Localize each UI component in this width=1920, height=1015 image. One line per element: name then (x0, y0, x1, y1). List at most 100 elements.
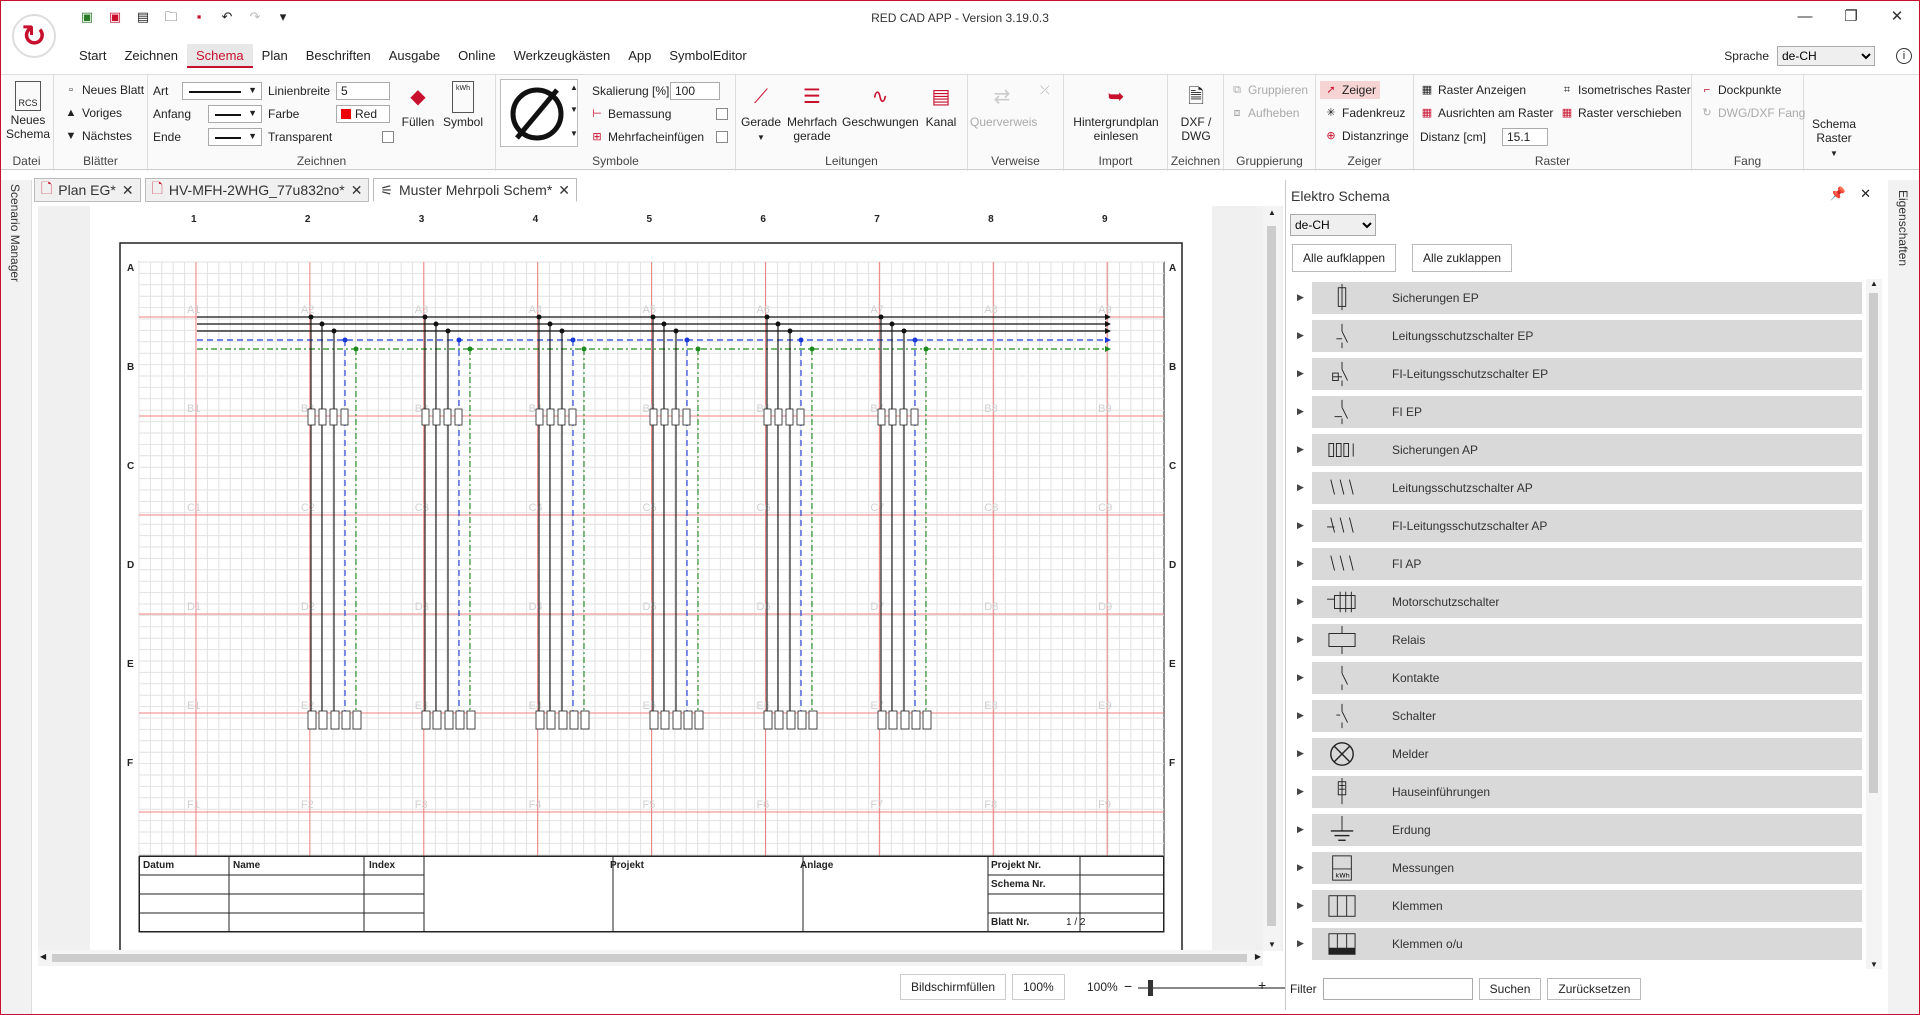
scroll-down-icon[interactable]: ▼ (1866, 960, 1882, 969)
menu-schema[interactable]: Schema (186, 44, 253, 68)
restore-icon[interactable]: ❐ (1828, 0, 1874, 34)
tree-item-bar[interactable]: Erdung (1312, 814, 1862, 846)
tree-item-bar[interactable]: Leitungsschutzschalter EP (1312, 320, 1862, 352)
zoom-in-icon[interactable]: + (1258, 977, 1266, 993)
scroll-down-icon[interactable]: ▼ (1263, 940, 1281, 949)
language-select[interactable]: de-CH (1777, 46, 1875, 66)
pointer-button[interactable]: ➚ Zeiger (1320, 81, 1381, 99)
close-window-icon[interactable]: ✕ (1874, 0, 1920, 34)
straight-line-button[interactable]: ⟋ Gerade ▼ (740, 81, 782, 145)
expand-arrow-icon[interactable]: ▶ (1297, 938, 1304, 949)
info-icon[interactable]: i (1896, 48, 1912, 64)
tree-item[interactable]: ▶ Motorschutzschalter (1290, 583, 1862, 621)
ungroup-button[interactable]: ⧈ Aufheben (1230, 106, 1300, 120)
fill-button[interactable]: ◆ Füllen (398, 81, 438, 129)
tree-item[interactable]: ▶ Schalter (1290, 697, 1862, 735)
expand-arrow-icon[interactable]: ▶ (1297, 672, 1304, 683)
menu-start[interactable]: Start (70, 44, 115, 68)
close-icon[interactable]: ✕ (351, 182, 363, 199)
collapse-all-button[interactable]: Alle zuklappen (1412, 244, 1513, 272)
move-grid-button[interactable]: ▦ Raster verschieben (1560, 106, 1682, 120)
expand-arrow-icon[interactable]: ▶ (1297, 330, 1304, 341)
canvas-vertical-scrollbar[interactable]: ▲ ▼ (1263, 206, 1281, 951)
gallery-scroll-down-icon[interactable]: ▼ (570, 105, 578, 114)
tree-item[interactable]: ▶ Erdung (1290, 811, 1862, 849)
menu-zeichnen[interactable]: Zeichnen (115, 44, 186, 68)
scroll-up-icon[interactable]: ▲ (1866, 279, 1882, 288)
tree-item[interactable]: ▶ kWh Messungen (1290, 849, 1862, 887)
menu-symboleditor[interactable]: SymbolEditor (660, 44, 755, 68)
color-select[interactable]: Red (336, 105, 390, 123)
tree-item-bar[interactable]: Hauseinführungen (1312, 776, 1862, 808)
schema-raster-button[interactable]: Schema Raster ▼ (1806, 117, 1862, 161)
dwg-snap-button[interactable]: ↻ DWG/DXF Fang (1700, 106, 1805, 120)
menu-online[interactable]: Online (449, 44, 505, 68)
fit-to-screen-button[interactable]: Bildschirmfüllen (900, 974, 1007, 1000)
scroll-thumb[interactable] (52, 954, 1247, 962)
zoom-slider-thumb[interactable] (1148, 980, 1153, 996)
expand-arrow-icon[interactable]: ▶ (1297, 368, 1304, 379)
zoom-100-button[interactable]: 100% (1012, 974, 1065, 1000)
close-icon[interactable]: ✕ (558, 182, 570, 199)
tree-item-bar[interactable]: FI-Leitungsschutzschalter AP (1312, 510, 1862, 542)
tree-item[interactable]: ▶ FI AP (1290, 545, 1862, 583)
expand-arrow-icon[interactable]: ▶ (1297, 444, 1304, 455)
menu-werkzeugkaesten[interactable]: Werkzeugkästen (505, 44, 620, 68)
tree-item-bar[interactable]: Klemmen o/u (1312, 928, 1862, 960)
canvas-horizontal-scrollbar[interactable]: ◀ ▶ (38, 950, 1263, 966)
tree-item-bar[interactable]: FI-Leitungsschutzschalter EP (1312, 358, 1862, 390)
transparent-checkbox[interactable] (382, 131, 394, 143)
remove-reference-icon[interactable]: ⤫ (1040, 83, 1050, 98)
grid-distance-input[interactable]: 15.1 (1502, 128, 1548, 146)
next-sheet-button[interactable]: ▼ Nächstes (64, 129, 132, 143)
tree-item-bar[interactable]: Schalter (1312, 700, 1862, 732)
scroll-thumb[interactable] (1267, 226, 1276, 926)
close-icon[interactable]: ✕ (122, 182, 134, 199)
minimize-icon[interactable]: — (1782, 0, 1828, 34)
new-schema-button[interactable]: RCS Neues Schema (6, 81, 50, 141)
tree-item[interactable]: ▶ Sicherungen AP (1290, 431, 1862, 469)
tab-plan-eg[interactable]: 🗋 Plan EG* ✕ (34, 178, 141, 202)
dock-points-button[interactable]: ⌐ Dockpunkte (1700, 83, 1782, 97)
tree-item[interactable]: ▶ Sicherungen EP (1290, 279, 1862, 317)
line-type-select[interactable]: ▼ (182, 82, 262, 100)
reset-button[interactable]: Zurücksetzen (1547, 978, 1642, 1000)
tab-hv-mfh[interactable]: 🗋 HV-MFH-2WHG_77u832no* ✕ (144, 178, 370, 202)
tree-item-bar[interactable]: Klemmen (1312, 890, 1862, 922)
dimensioning-checkbox[interactable] (716, 108, 728, 120)
tree-item-bar[interactable]: kWh Messungen (1312, 852, 1862, 884)
properties-sidebar[interactable]: Eigenschaften (1888, 180, 1920, 1015)
expand-all-button[interactable]: Alle aufklappen (1292, 244, 1397, 272)
line-start-select[interactable]: ▼ (208, 105, 262, 123)
expand-arrow-icon[interactable]: ▶ (1297, 596, 1304, 607)
scroll-thumb[interactable] (1869, 293, 1878, 793)
expand-arrow-icon[interactable]: ▶ (1297, 748, 1304, 759)
menu-plan[interactable]: Plan (253, 44, 297, 68)
dxf-dwg-button[interactable]: 🗎 DXF / DWG (1172, 81, 1220, 143)
isometric-grid-button[interactable]: ⌗ Isometrisches Raster (1560, 83, 1691, 97)
scroll-right-icon[interactable]: ▶ (1255, 952, 1261, 961)
cross-reference-button[interactable]: ⇄ Querverweis (970, 81, 1037, 129)
symbol-gallery[interactable] (500, 79, 578, 147)
expand-arrow-icon[interactable]: ▶ (1297, 862, 1304, 873)
show-grid-button[interactable]: ▦ Raster Anzeigen (1420, 83, 1526, 97)
expand-arrow-icon[interactable]: ▶ (1297, 786, 1304, 797)
dimensioning-button[interactable]: ⊢ Bemassung (590, 107, 671, 121)
line-end-select[interactable]: ▼ (208, 128, 262, 146)
gallery-expand-icon[interactable]: ▼ (570, 129, 578, 138)
menu-ausgabe[interactable]: Ausgabe (380, 44, 449, 68)
expand-arrow-icon[interactable]: ▶ (1297, 710, 1304, 721)
scroll-up-icon[interactable]: ▲ (1263, 208, 1281, 217)
expand-arrow-icon[interactable]: ▶ (1297, 406, 1304, 417)
tree-item-bar[interactable]: Melder (1312, 738, 1862, 770)
line-width-input[interactable]: 5 (336, 82, 390, 100)
expand-arrow-icon[interactable]: ▶ (1297, 824, 1304, 835)
symbol-button[interactable]: kWh Symbol (441, 81, 485, 129)
expand-arrow-icon[interactable]: ▶ (1297, 482, 1304, 493)
panel-scrollbar[interactable]: ▲ ▼ (1866, 279, 1882, 969)
tree-item-bar[interactable]: FI EP (1312, 396, 1862, 428)
tree-item[interactable]: ▶ FI EP (1290, 393, 1862, 431)
expand-arrow-icon[interactable]: ▶ (1297, 558, 1304, 569)
tree-item-bar[interactable]: Sicherungen EP (1312, 282, 1862, 314)
tree-item[interactable]: ▶ Klemmen (1290, 887, 1862, 925)
